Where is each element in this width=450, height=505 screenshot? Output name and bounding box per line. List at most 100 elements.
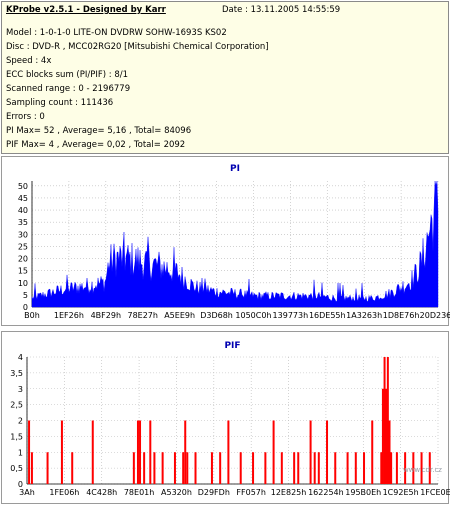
pif-bar — [272, 420, 275, 484]
y-tick-label: 4 — [18, 353, 23, 362]
pif-bar — [149, 420, 152, 484]
pif-bar — [354, 452, 357, 484]
pif-bar — [210, 452, 213, 484]
y-tick-label: 50 — [18, 182, 28, 191]
y-tick-label: 5 — [23, 291, 28, 300]
pif-bar — [194, 452, 197, 484]
pif-bar — [317, 452, 320, 484]
pif-bar — [264, 452, 267, 484]
x-tick-label: 78E27h — [127, 311, 157, 320]
info-line-pif-stats: PIF Max= 4 , Average= 0,02 , Total= 2092 — [6, 140, 186, 150]
scan-date: Date : 13.11.2005 14:55:59 — [222, 5, 341, 15]
x-tick-label: A5EE9h — [164, 311, 195, 320]
x-tick-label: A5320h — [161, 488, 192, 497]
y-tick-label: 1,5 — [10, 432, 23, 441]
pif-bar — [227, 420, 230, 484]
y-tick-label: 10 — [18, 279, 28, 288]
pif-bar — [132, 452, 135, 484]
info-line-ecc: ECC blocks sum (PI/PIF) : 8/1 — [6, 70, 129, 80]
x-tick-label: 1050C0h — [235, 311, 271, 320]
y-tick-label: 3 — [18, 385, 23, 394]
y-tick-label: 25 — [18, 242, 28, 251]
x-tick-label: 78E01h — [124, 488, 154, 497]
x-tick-label: 1FCE0Eh — [420, 488, 450, 497]
y-tick-label: 2 — [18, 417, 23, 426]
pif-chart-panel: PIF 0 0,5 1 1,5 2 2,5 3 3,5 4 3Ah 1FE06h 4C428h 78E01… — [1, 331, 450, 504]
pif-bar — [326, 420, 329, 484]
pi-series — [31, 180, 439, 308]
pif-bar — [136, 420, 139, 484]
x-tick-label: 4C428h — [86, 488, 117, 497]
pif-bar — [371, 420, 374, 484]
pif-bar — [143, 452, 146, 484]
pif-bar — [363, 452, 366, 484]
info-line-sampling: Sampling count : 111436 — [6, 98, 114, 108]
x-tick-label: 1EF26h — [54, 311, 84, 320]
pif-bar — [153, 452, 156, 484]
pif-bar — [239, 452, 242, 484]
watermark-text: www.cdr.cz — [403, 466, 442, 474]
pif-bar — [280, 452, 283, 484]
pif-bar — [390, 452, 393, 484]
pif-bar — [91, 420, 94, 484]
x-tick-label: 195B0Eh — [345, 488, 381, 497]
info-line-errors: Errors : 0 — [6, 112, 45, 122]
y-tick-label: 40 — [18, 206, 28, 215]
y-tick-label: 20 — [18, 255, 28, 264]
pif-bar — [309, 420, 312, 484]
pif-bar — [60, 420, 63, 484]
info-panel: KProbe v2.5.1 - Designed by Karr Date : … — [1, 1, 449, 154]
x-tick-label: 12E825h — [271, 488, 307, 497]
x-tick-label: B0h — [24, 311, 40, 320]
x-tick-label: 4BF29h — [91, 311, 121, 320]
pif-bar — [252, 452, 255, 484]
y-tick-label: 45 — [18, 194, 28, 203]
pif-bar — [184, 420, 187, 484]
y-tick-label: 0,5 — [10, 464, 23, 473]
pif-chart: PIF00,511,522,533,543Ah 1FE06h 4C428h 78E01… — [10, 341, 450, 497]
pif-bar — [346, 452, 349, 484]
pif-bar — [139, 420, 142, 484]
pif-bar — [297, 452, 300, 484]
x-tick-label: 1FE06h — [49, 488, 79, 497]
x-tick-label: FF057h — [236, 488, 266, 497]
pif-bar — [186, 452, 189, 484]
info-line-speed: Speed : 4x — [6, 56, 52, 66]
y-tick-label: 2,5 — [10, 401, 23, 410]
x-tick-label: 1D8E76h — [383, 311, 420, 320]
pif-bar — [71, 452, 74, 484]
info-line-pi-stats: PI Max= 52 , Average= 5,16 , Total= 8409… — [6, 126, 192, 136]
pif-bar — [28, 420, 31, 484]
x-tick-label: 3Ah — [19, 488, 35, 497]
pif-bar — [293, 452, 296, 484]
x-tick-label: 20D236h — [420, 311, 450, 320]
info-line-model: Model : 1-0-1-0 LITE-ON DVDRW SOHW-1693S… — [6, 28, 227, 38]
pif-bar — [219, 452, 222, 484]
pif-bar — [182, 452, 185, 484]
x-tick-label: 16DE55h — [309, 311, 346, 320]
x-tick-label: D3D68h — [200, 311, 233, 320]
app-title: KProbe v2.5.1 - Designed by Karr — [6, 5, 166, 15]
pif-bar — [334, 452, 337, 484]
y-tick-label: 1 — [18, 448, 23, 457]
y-tick-label: 3,5 — [10, 369, 23, 378]
y-tick-label: 30 — [18, 230, 28, 239]
pif-bar — [173, 452, 176, 484]
x-tick-label: 1A3263h — [346, 311, 382, 320]
pi-chart: PI05101520253035404550B0h 1EF26h 4BF29h 78E… — [18, 164, 450, 320]
pif-bar — [30, 452, 33, 484]
x-tick-label: 162254h — [308, 488, 344, 497]
x-tick-label: D29FDh — [198, 488, 230, 497]
pif-bar — [395, 452, 398, 484]
pif-bar — [46, 452, 49, 484]
x-tick-label: 139773h — [273, 311, 309, 320]
info-line-disc: Disc : DVD-R , MCC02RG20 [Mitsubishi Che… — [6, 42, 269, 52]
chart-title: PI — [230, 164, 240, 174]
info-line-range: Scanned range : 0 - 2196779 — [6, 84, 131, 94]
x-tick-label: 1C92E5h — [383, 488, 419, 497]
y-tick-label: 35 — [18, 218, 28, 227]
y-tick-label: 15 — [18, 267, 28, 276]
pif-bar — [313, 452, 316, 484]
pif-bar — [161, 452, 164, 484]
pi-chart-panel: PI 0 5 10 15 20 25 30 35 40 45 50 B0h 1EF26h 4BF29h 78E… — [1, 156, 450, 326]
